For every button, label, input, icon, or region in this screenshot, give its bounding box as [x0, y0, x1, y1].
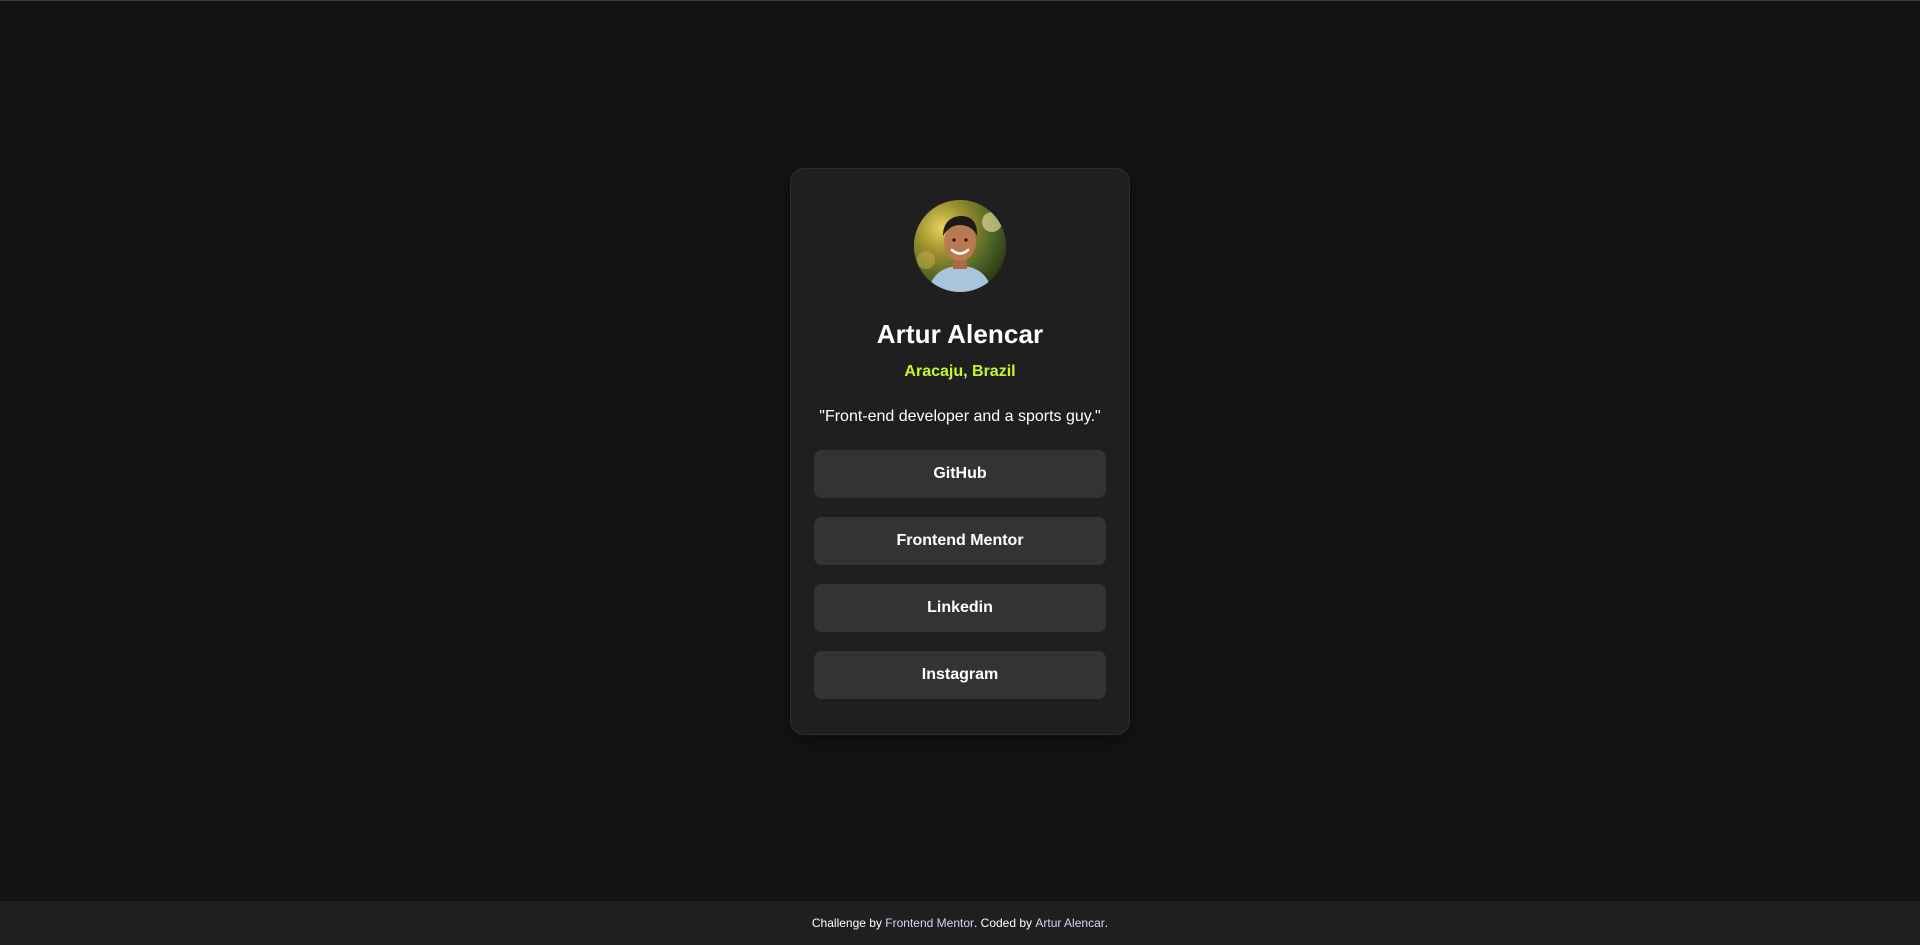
footer-middle: . Coded by: [974, 916, 1036, 930]
github-link-button[interactable]: GitHub: [814, 450, 1106, 498]
avatar: [914, 200, 1006, 292]
profile-location: Aracaju, Brazil: [904, 363, 1016, 380]
footer-author-link[interactable]: Artur Alencar: [1035, 916, 1104, 930]
profile-name: Artur Alencar: [876, 319, 1044, 349]
profile-bio: "Front-end developer and a sports guy.": [819, 408, 1101, 425]
footer-prefix: Challenge by: [811, 916, 886, 930]
instagram-link-button[interactable]: Instagram: [814, 651, 1106, 699]
attribution-footer: Challenge by Frontend Mentor . Coded by …: [0, 901, 1920, 945]
footer-challenge-link[interactable]: Frontend Mentor: [885, 916, 974, 930]
avatar-photo-icon: [914, 200, 1006, 292]
social-links: GitHub Frontend Mentor Linkedin Instagra…: [814, 450, 1106, 699]
frontend-mentor-link-button[interactable]: Frontend Mentor: [814, 517, 1106, 565]
profile-card: Artur Alencar Aracaju, Brazil "Front-end…: [790, 168, 1130, 735]
page: Artur Alencar Aracaju, Brazil "Front-end…: [0, 0, 1920, 901]
linkedin-link-button[interactable]: Linkedin: [814, 584, 1106, 632]
footer-suffix: .: [1104, 916, 1109, 930]
